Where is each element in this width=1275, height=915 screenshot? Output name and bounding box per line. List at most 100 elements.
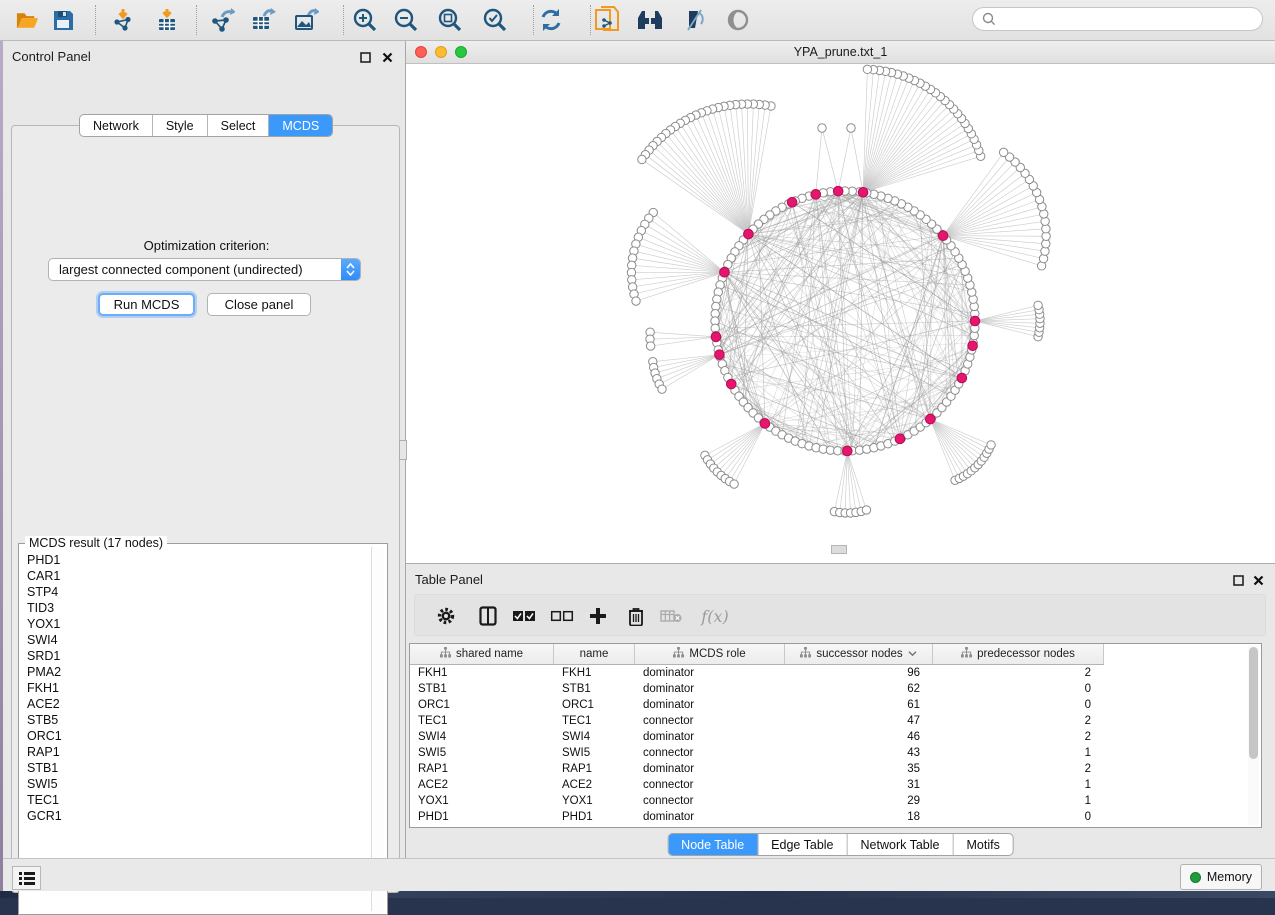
sort-chevron-icon[interactable] xyxy=(908,648,917,660)
save-session-icon[interactable] xyxy=(48,7,78,33)
mcds-node-item[interactable]: SRD1 xyxy=(21,648,365,664)
table-scrollbar[interactable] xyxy=(1248,646,1259,825)
graph-node[interactable] xyxy=(632,297,640,305)
float-table-panel-icon[interactable] xyxy=(1233,573,1245,585)
mcds-node-item[interactable]: ORC1 xyxy=(21,728,365,744)
mcds-node-item[interactable]: TEC1 xyxy=(21,792,365,808)
tab-style[interactable]: Style xyxy=(152,115,207,136)
graph-hub-node[interactable] xyxy=(957,373,967,383)
mcds-node-item[interactable]: SWI4 xyxy=(21,632,365,648)
column-header-successor-nodes[interactable]: successor nodes xyxy=(785,644,933,664)
close-table-panel-icon[interactable] xyxy=(1253,573,1265,585)
zoom-selected-icon[interactable] xyxy=(480,7,510,33)
mcds-node-item[interactable]: SWI5 xyxy=(21,776,365,792)
graph-hub-node[interactable] xyxy=(858,187,868,197)
select-all-columns-icon[interactable] xyxy=(511,604,537,628)
run-mcds-button[interactable]: Run MCDS xyxy=(98,293,195,316)
tab-motifs[interactable]: Motifs xyxy=(952,834,1012,855)
graph-node[interactable] xyxy=(658,385,666,393)
table-scrollbar-thumb[interactable] xyxy=(1249,647,1258,759)
table-row[interactable]: ACE2ACE2connector311 xyxy=(410,777,1104,793)
mcds-node-item[interactable]: STB1 xyxy=(21,760,365,776)
graph-hub-node[interactable] xyxy=(938,231,948,241)
graph-hub-node[interactable] xyxy=(787,197,797,207)
mcds-node-item[interactable]: TID3 xyxy=(21,600,365,616)
table-row[interactable]: TEC1TEC1connector472 xyxy=(410,713,1104,729)
zoom-fit-icon[interactable] xyxy=(435,7,465,33)
tab-select[interactable]: Select xyxy=(207,115,269,136)
graph-node[interactable] xyxy=(730,480,738,488)
graph-node[interactable] xyxy=(862,506,870,514)
graph-hub-node[interactable] xyxy=(720,268,730,278)
vertical-splitter-handle[interactable] xyxy=(399,440,407,460)
zoom-in-icon[interactable] xyxy=(350,7,380,33)
criterion-select[interactable]: largest connected component (undirected) xyxy=(48,258,361,281)
horizontal-splitter-handle[interactable] xyxy=(831,545,847,554)
tab-network-table[interactable]: Network Table xyxy=(847,834,953,855)
mcds-list-scrollbar[interactable] xyxy=(371,547,384,911)
graph-node[interactable] xyxy=(999,148,1007,156)
graph-hub-node[interactable] xyxy=(842,446,852,456)
column-header-shared-name[interactable]: shared name xyxy=(410,644,554,664)
close-panel-icon[interactable] xyxy=(382,50,394,62)
task-history-button[interactable] xyxy=(12,866,41,890)
graph-node[interactable] xyxy=(987,441,995,449)
graph-node[interactable] xyxy=(863,65,871,73)
tab-network[interactable]: Network xyxy=(80,115,152,136)
table-row[interactable]: STB1STB1dominator620 xyxy=(410,681,1104,697)
mcds-node-item[interactable]: PHD1 xyxy=(21,552,365,568)
deselect-all-columns-icon[interactable] xyxy=(549,604,575,628)
table-row[interactable]: SWI4SWI4dominator462 xyxy=(410,729,1104,745)
export-image-icon[interactable] xyxy=(291,7,321,33)
show-column-panel-icon[interactable] xyxy=(475,604,501,628)
memory-button[interactable]: Memory xyxy=(1180,864,1262,890)
network-graph-canvas[interactable] xyxy=(406,64,1275,563)
mcds-result-list[interactable]: PHD1CAR1STP4TID3YOX1SWI4SRD1PMA2FKH1ACE2… xyxy=(21,552,365,824)
import-network-icon[interactable] xyxy=(108,7,138,33)
graph-hub-node[interactable] xyxy=(833,186,843,196)
graph-hub-node[interactable] xyxy=(760,419,770,429)
graph-hub-node[interactable] xyxy=(711,332,721,342)
table-row[interactable]: SWI5SWI5connector431 xyxy=(410,745,1104,761)
table-settings-gear-icon[interactable] xyxy=(433,604,459,628)
export-network-icon[interactable] xyxy=(207,7,237,33)
close-panel-button[interactable]: Close panel xyxy=(207,293,311,316)
mcds-node-item[interactable]: RAP1 xyxy=(21,744,365,760)
graph-node[interactable] xyxy=(847,124,855,132)
graph-hub-node[interactable] xyxy=(925,414,935,424)
graph-node[interactable] xyxy=(638,155,646,163)
table-row[interactable]: FKH1FKH1dominator962 xyxy=(410,665,1104,681)
table-row[interactable]: YOX1YOX1connector291 xyxy=(410,793,1104,809)
import-table-icon[interactable] xyxy=(152,7,182,33)
graph-hub-node[interactable] xyxy=(968,341,978,351)
tab-edge-table[interactable]: Edge Table xyxy=(757,834,846,855)
column-header-predecessor-nodes[interactable]: predecessor nodes xyxy=(933,644,1104,664)
column-header-MCDS-role[interactable]: MCDS role xyxy=(635,644,785,664)
search-binoculars-icon[interactable] xyxy=(635,7,665,33)
mcds-node-item[interactable]: FKH1 xyxy=(21,680,365,696)
float-panel-icon[interactable] xyxy=(360,50,372,62)
tab-mcds[interactable]: MCDS xyxy=(268,115,332,136)
delete-column-trash-icon[interactable] xyxy=(623,604,649,628)
mcds-node-item[interactable]: YOX1 xyxy=(21,616,365,632)
zoom-out-icon[interactable] xyxy=(391,7,421,33)
mcds-node-item[interactable]: STP4 xyxy=(21,584,365,600)
open-file-icon[interactable] xyxy=(12,7,42,33)
mcds-node-item[interactable]: ACE2 xyxy=(21,696,365,712)
create-column-icon[interactable] xyxy=(585,604,611,628)
graph-hub-node[interactable] xyxy=(970,316,980,326)
hide-graphics-details-icon[interactable] xyxy=(679,7,709,33)
show-graphics-details-icon[interactable] xyxy=(723,7,753,33)
tab-node-table[interactable]: Node Table xyxy=(668,834,757,855)
mcds-node-item[interactable]: PMA2 xyxy=(21,664,365,680)
table-row[interactable]: PHD1PHD1dominator180 xyxy=(410,809,1104,825)
graph-node[interactable] xyxy=(1034,301,1042,309)
table-row[interactable]: RAP1RAP1dominator352 xyxy=(410,761,1104,777)
column-header-name[interactable]: name xyxy=(554,644,635,664)
share-document-icon[interactable] xyxy=(592,7,622,33)
search-field[interactable] xyxy=(972,7,1263,31)
graph-hub-node[interactable] xyxy=(895,434,905,444)
mcds-node-item[interactable]: CAR1 xyxy=(21,568,365,584)
apply-layout-icon[interactable] xyxy=(536,7,566,33)
graph-node[interactable] xyxy=(818,124,826,132)
